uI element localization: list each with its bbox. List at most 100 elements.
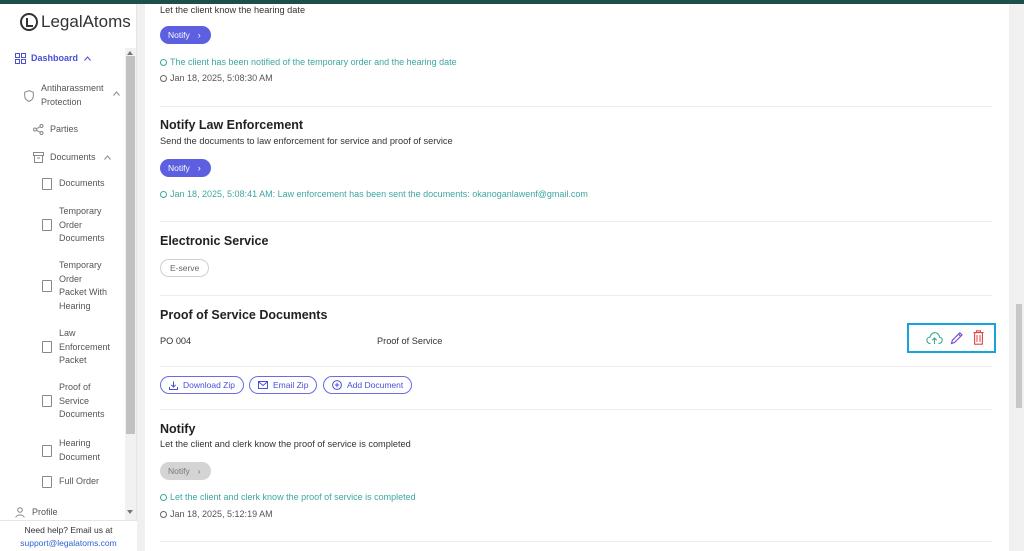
file-icon <box>42 341 52 354</box>
divider <box>160 106 992 107</box>
sidebar-item-label: Packet <box>59 355 87 365</box>
chevron-up-icon[interactable] <box>113 91 120 96</box>
sidebar-item-label: Profile <box>32 507 58 517</box>
timestamp-text: Jan 18, 2025, 5:08:30 AM <box>170 73 273 83</box>
sidebar-item-document[interactable]: Full Order <box>42 475 122 489</box>
sidebar-item-label: Documents <box>59 409 105 419</box>
plus-circle-icon <box>332 380 342 390</box>
sidebar-item-label: Packet With <box>59 287 108 297</box>
status-message: Let the client and clerk know the proof … <box>160 492 416 502</box>
check-circle-icon <box>160 494 167 501</box>
sidebar-item-document[interactable]: Hearing Document <box>42 437 122 464</box>
main-scrollbar[interactable] <box>1014 4 1024 551</box>
sidebar-item-label: Document <box>59 451 101 462</box>
help-text: Need help? Email us at <box>24 525 113 535</box>
divider <box>160 295 992 296</box>
sidebar-item-document[interactable]: Temporary Order Packet With Hearing <box>42 259 122 313</box>
clock-icon <box>160 75 167 82</box>
sidebar-item-label: Protection <box>41 96 82 107</box>
sidebar-item-label: Hearing <box>59 438 91 448</box>
sidebar-item-label: Temporary <box>59 206 102 216</box>
divider <box>160 541 992 542</box>
divider <box>160 366 992 367</box>
eserve-chip[interactable]: E-serve <box>160 259 210 277</box>
file-icon <box>42 177 52 190</box>
file-icon <box>42 444 52 457</box>
notify-law-button[interactable]: Notify › <box>160 159 211 177</box>
sidebar-item-label: Documents <box>50 152 96 162</box>
sidebar-item-label: Order <box>59 273 83 284</box>
status-text: The client has been notified of the temp… <box>170 57 457 67</box>
scroll-up-arrow-icon[interactable] <box>127 51 133 55</box>
divider <box>160 221 992 222</box>
download-zip-button[interactable]: Download Zip <box>160 376 244 394</box>
chevron-right-icon: › <box>197 466 201 476</box>
sidebar-item-label: Parties <box>50 124 79 134</box>
sidebar-item-label: Dashboard <box>31 53 79 63</box>
share-icon <box>33 124 44 135</box>
main-scrollbar-thumb[interactable] <box>1016 304 1022 408</box>
status-text: Jan 18, 2025, 5:08:41 AM: Law enforcemen… <box>170 189 588 199</box>
add-document-button[interactable]: Add Document <box>323 376 413 394</box>
chevron-right-icon: › <box>197 30 201 40</box>
document-code: PO 004 <box>160 336 192 346</box>
sidebar-item-label: Antiharassment <box>41 83 104 93</box>
sidebar-item-profile[interactable]: Profile <box>15 506 105 520</box>
clock-icon <box>160 511 167 518</box>
sidebar-item-label: Enforcement <box>59 341 111 352</box>
sidebar-item-label: Law <box>59 328 76 338</box>
sidebar-item-label: Documents <box>59 178 105 188</box>
section-title: Notify <box>160 422 196 436</box>
section-description: Let the client and clerk know the proof … <box>160 439 411 449</box>
status-text: Let the client and clerk know the proof … <box>170 492 416 502</box>
status-message: The client has been notified of the temp… <box>160 57 457 67</box>
sidebar-item-antiharassment[interactable]: Antiharassment Protection <box>24 82 124 110</box>
sidebar-item-label: Hearing <box>59 300 91 311</box>
chevron-right-icon: › <box>197 163 201 173</box>
check-circle-icon <box>160 59 167 66</box>
file-icon <box>42 219 52 232</box>
sidebar-nav: Dashboard Antiharassment Protection Part… <box>0 48 124 520</box>
notify-clerk-button[interactable]: Notify › <box>160 462 211 480</box>
sidebar-item-label: Documents <box>59 233 105 243</box>
sidebar: LegalAtoms Dashboard Antiharassment Prot… <box>0 4 137 551</box>
sidebar-scrollbar-thumb[interactable] <box>126 56 135 434</box>
timestamp-text: Jan 18, 2025, 5:12:19 AM <box>170 509 273 519</box>
document-name: Proof of Service <box>377 336 443 346</box>
notify-button-label: Notify <box>168 30 190 40</box>
section-title: Proof of Service Documents <box>160 308 328 322</box>
notify-button-label: Notify <box>168 163 190 173</box>
section-title: Electronic Service <box>160 234 269 248</box>
sidebar-item-document[interactable]: Law Enforcement Packet <box>42 327 122 368</box>
file-icon <box>42 475 52 488</box>
timestamp: Jan 18, 2025, 5:08:30 AM <box>160 73 273 83</box>
sidebar-item-parties[interactable]: Parties <box>33 123 123 137</box>
sidebar-item-label: Proof of <box>59 382 91 392</box>
file-icon <box>42 395 52 408</box>
logo-text: LegalAtoms <box>41 12 131 31</box>
section-description: Let the client know the hearing date <box>160 5 306 15</box>
mail-icon <box>258 381 268 389</box>
sidebar-item-label: Service <box>59 395 90 406</box>
logo[interactable]: LegalAtoms <box>0 4 136 40</box>
sidebar-item-document[interactable]: Documents <box>42 177 122 191</box>
grid-icon <box>15 53 26 64</box>
notify-button[interactable]: Notify › <box>160 26 211 44</box>
sidebar-item-documents-group[interactable]: Documents <box>33 151 123 165</box>
email-zip-button[interactable]: Email Zip <box>249 376 318 394</box>
main-content: Let the client know the hearing date Not… <box>145 4 1009 551</box>
chevron-up-icon[interactable] <box>104 155 111 160</box>
check-circle-icon <box>160 191 167 198</box>
scroll-down-arrow-icon[interactable] <box>127 510 133 514</box>
divider <box>160 409 992 410</box>
user-icon <box>15 507 25 518</box>
notify-button-label: Notify <box>168 466 190 476</box>
file-icon <box>42 280 52 292</box>
help-email-link[interactable]: support@legalatoms.com <box>20 538 117 548</box>
sidebar-item-document[interactable]: Temporary Order Documents <box>42 205 122 246</box>
sidebar-item-label: Temporary <box>59 260 102 270</box>
sidebar-item-document[interactable]: Proof of Service Documents <box>42 381 122 422</box>
section-title: Notify Law Enforcement <box>160 118 304 132</box>
chevron-up-icon[interactable] <box>84 56 91 61</box>
sidebar-item-dashboard[interactable]: Dashboard <box>15 52 124 66</box>
